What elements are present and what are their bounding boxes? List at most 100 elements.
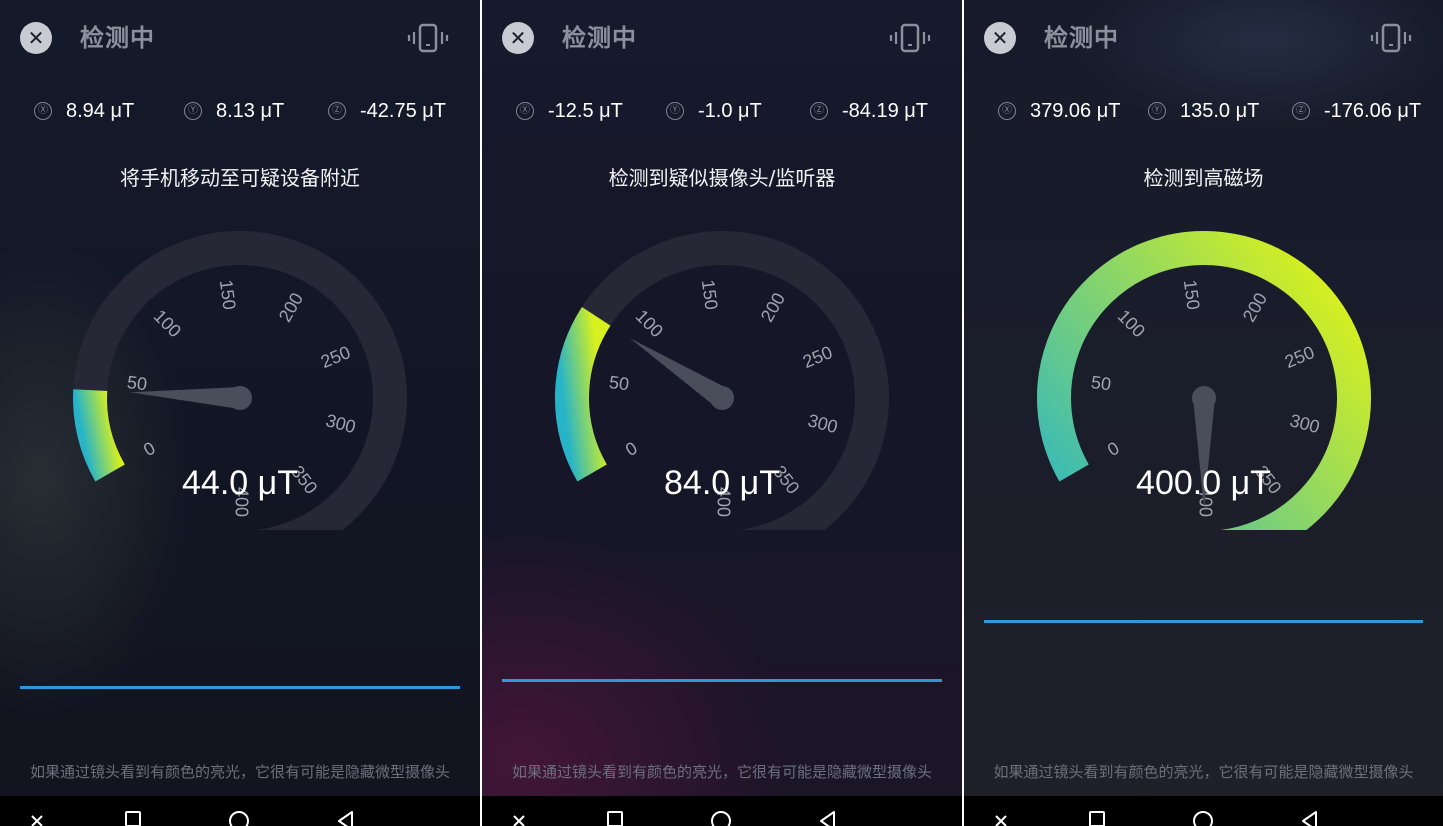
gauge-reading: 400.0 μT xyxy=(1136,464,1271,502)
gauge-tick-label: 200 xyxy=(1239,289,1271,325)
gauge-tick-label: 300 xyxy=(324,410,358,437)
vibrate-icon xyxy=(407,23,449,53)
gauge-needle xyxy=(130,387,241,409)
dismiss-button[interactable] xyxy=(28,808,54,826)
gauge-tick-label: 50 xyxy=(608,372,630,394)
gauge-tick-label: 250 xyxy=(1282,342,1317,372)
gauge-tick-label: 150 xyxy=(1180,279,1204,311)
gauge-value-arc xyxy=(73,389,126,482)
close-icon: ✕ xyxy=(991,26,1009,50)
vibrate-toggle[interactable] xyxy=(406,22,450,54)
gauge-tick-label: 50 xyxy=(126,372,148,394)
vibrate-toggle[interactable] xyxy=(888,22,932,54)
home-button[interactable] xyxy=(1190,808,1216,826)
vibrate-toggle[interactable] xyxy=(1369,22,1413,54)
gauge-hub xyxy=(710,386,734,410)
dismiss-icon xyxy=(31,815,43,826)
back-icon xyxy=(338,811,353,826)
x-axis-icon: Ⓧ xyxy=(34,102,52,120)
status-text: 检测到疑似摄像头/监听器 xyxy=(608,166,836,190)
dismiss-icon xyxy=(995,815,1007,826)
axis-z: Ⓩ -176.06 μT xyxy=(1292,96,1421,126)
screen-1: ✕ 检测中 Ⓧ 8.94 μT Ⓨ 8.13 μT Ⓩ -42.75 μT 将手机移动… xyxy=(0,0,480,826)
gauge-tick-label: 0 xyxy=(1104,438,1123,460)
vibrate-icon xyxy=(889,23,931,53)
close-button[interactable]: ✕ xyxy=(984,22,1016,54)
gauge-tick-label: 200 xyxy=(275,289,307,325)
dismiss-button[interactable] xyxy=(992,808,1018,826)
recents-icon xyxy=(1089,811,1105,826)
gauge-tick-label: 200 xyxy=(757,289,789,325)
recents-icon xyxy=(125,811,141,826)
navigation-bar xyxy=(964,796,1443,826)
page-title: 检测中 xyxy=(562,24,637,52)
close-button[interactable]: ✕ xyxy=(502,22,534,54)
gauge-tick-label: 150 xyxy=(698,279,722,311)
axis-z-value: -176.06 μT xyxy=(1324,99,1422,122)
page-title: 检测中 xyxy=(80,24,155,52)
y-axis-icon: Ⓨ xyxy=(184,102,202,120)
back-icon xyxy=(1302,811,1317,826)
home-button[interactable] xyxy=(708,808,734,826)
gauge-tick-label: 50 xyxy=(1090,372,1112,394)
axis-y: Ⓨ 8.13 μT xyxy=(184,96,284,126)
gauge-reading: 44.0 μT xyxy=(182,464,298,502)
gauge-tick-label: 100 xyxy=(150,306,185,341)
axis-y: Ⓨ -1.0 μT xyxy=(666,96,762,126)
progress-bar xyxy=(20,686,460,689)
axis-x-value: 379.06 μT xyxy=(1030,99,1121,122)
axis-readings: Ⓧ 379.06 μT Ⓨ 135.0 μT Ⓩ -176.06 μT xyxy=(964,96,1443,126)
status-text: 将手机移动至可疑设备附近 xyxy=(120,166,360,190)
back-button[interactable] xyxy=(332,808,358,826)
axis-z: Ⓩ -84.19 μT xyxy=(810,96,928,126)
gauge-tick-label: 250 xyxy=(318,342,353,372)
navigation-bar xyxy=(0,796,480,826)
home-button[interactable] xyxy=(226,808,252,826)
axis-y-value: -1.0 μT xyxy=(698,99,762,122)
axis-z-value: -84.19 μT xyxy=(842,99,929,122)
axis-readings: Ⓧ 8.94 μT Ⓨ 8.13 μT Ⓩ -42.75 μT xyxy=(0,96,480,126)
hint-text: 如果通过镜头看到有颜色的亮光，它很有可能是隐藏微型摄像头 xyxy=(511,763,932,781)
back-icon xyxy=(820,811,835,826)
screen-3: ✕ 检测中 Ⓧ 379.06 μT Ⓨ 135.0 μT Ⓩ -176.06 μT 检… xyxy=(964,0,1443,826)
screen-2: ✕ 检测中 Ⓧ -12.5 μT Ⓨ -1.0 μT Ⓩ -84.19 μT 检测到疑… xyxy=(482,0,962,826)
axis-x-value: -12.5 μT xyxy=(548,99,623,122)
recents-button[interactable] xyxy=(120,808,146,826)
close-button[interactable]: ✕ xyxy=(20,22,52,54)
axis-x: Ⓧ 8.94 μT xyxy=(34,96,134,126)
axis-y: Ⓨ 135.0 μT xyxy=(1148,96,1259,126)
axis-x: Ⓧ 379.06 μT xyxy=(998,96,1120,126)
gauge-tick-label: 150 xyxy=(216,279,240,311)
gauge-hub xyxy=(1192,386,1216,410)
home-icon xyxy=(1193,811,1213,826)
gauge-reading: 84.0 μT xyxy=(664,464,780,502)
dismiss-button[interactable] xyxy=(510,808,536,826)
hint-text: 如果通过镜头看到有颜色的亮光，它很有可能是隐藏微型摄像头 xyxy=(29,763,450,781)
dismiss-icon xyxy=(513,815,525,826)
gauge-tick-label: 300 xyxy=(1288,410,1322,437)
home-icon xyxy=(229,811,249,826)
axis-readings: Ⓧ -12.5 μT Ⓨ -1.0 μT Ⓩ -84.19 μT xyxy=(482,96,962,126)
gauge-tick-label: 100 xyxy=(632,306,667,341)
navigation-bar xyxy=(482,796,962,826)
z-axis-icon: Ⓩ xyxy=(328,102,346,120)
close-icon: ✕ xyxy=(27,26,45,50)
gauge-tick-label: 0 xyxy=(140,438,159,460)
x-axis-icon: Ⓧ xyxy=(998,102,1016,120)
axis-x: Ⓧ -12.5 μT xyxy=(516,96,623,126)
vibrate-icon xyxy=(1370,23,1412,53)
back-button[interactable] xyxy=(814,808,840,826)
gauge-tick-label: 250 xyxy=(800,342,835,372)
x-axis-icon: Ⓧ xyxy=(516,102,534,120)
back-button[interactable] xyxy=(1296,808,1322,826)
recents-button[interactable] xyxy=(1084,808,1110,826)
axis-x-value: 8.94 μT xyxy=(66,99,135,122)
gauge-hub xyxy=(228,386,252,410)
axis-z-value: -42.75 μT xyxy=(360,99,447,122)
recents-icon xyxy=(607,811,623,826)
hint-text: 如果通过镜头看到有颜色的亮光，它很有可能是隐藏微型摄像头 xyxy=(993,763,1414,781)
status-text: 检测到高磁场 xyxy=(1143,166,1264,190)
recents-button[interactable] xyxy=(602,808,628,826)
axis-y-value: 8.13 μT xyxy=(216,99,285,122)
gauge-value-arc xyxy=(555,307,611,482)
